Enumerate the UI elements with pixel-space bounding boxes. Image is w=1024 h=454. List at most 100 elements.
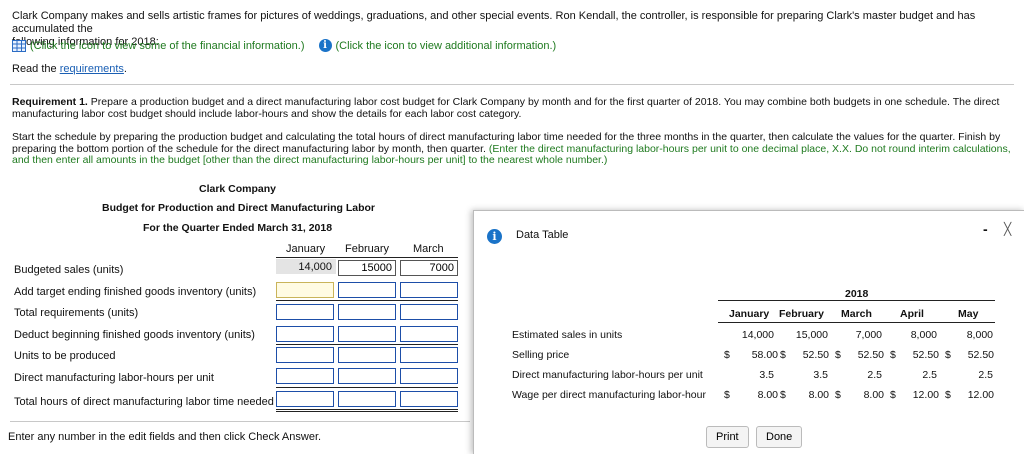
company-name: Clark Company bbox=[199, 183, 277, 195]
dt-cell: 2.5 bbox=[978, 369, 993, 381]
dt-cell: 52.50 bbox=[967, 349, 994, 361]
jan-units-produced-input[interactable] bbox=[276, 347, 334, 363]
data-table-dialog: i Data Table - ╳ 2018 January February M… bbox=[473, 210, 1024, 454]
financial-info-label[interactable]: (Click the icon to view some of the fina… bbox=[30, 40, 305, 52]
row-label-total-requirements: Total requirements (units) bbox=[14, 307, 139, 319]
dt-cell: 7,000 bbox=[855, 329, 882, 341]
feb-beginning-inventory-input[interactable] bbox=[338, 326, 396, 342]
dt-cell: 8.00 bbox=[863, 389, 884, 401]
mar-sales-input[interactable] bbox=[400, 260, 458, 276]
dt-cell: 58.00 bbox=[751, 349, 778, 361]
row-label-labor-hours-per-unit: Direct manufacturing labor-hours per uni… bbox=[14, 372, 214, 384]
dt-cell: 12.00 bbox=[912, 389, 939, 401]
dt-cell: 52.50 bbox=[912, 349, 939, 361]
requirements-link[interactable]: requirements bbox=[60, 63, 124, 75]
mar-beginning-inventory-input[interactable] bbox=[400, 326, 458, 342]
additional-info-label[interactable]: (Click the icon to view additional infor… bbox=[336, 40, 557, 52]
feb-total-hours-input[interactable] bbox=[338, 391, 396, 407]
header-underline bbox=[276, 257, 458, 258]
instructions-line-2a: preparing the bottom portion of the sche… bbox=[12, 142, 489, 155]
read-the-text: Read the bbox=[12, 63, 60, 75]
double-underline bbox=[276, 411, 458, 412]
mar-total-requirements-input[interactable] bbox=[400, 304, 458, 320]
dt-cell: 15,000 bbox=[795, 329, 828, 341]
dt-dollar: $ bbox=[945, 349, 951, 361]
dt-row-label: Wage per direct manufacturing labor-hour bbox=[512, 389, 706, 401]
minimize-icon[interactable]: - bbox=[983, 221, 988, 237]
requirement-text-a: Prepare a production budget and a direct… bbox=[87, 96, 1000, 108]
period-text: . bbox=[123, 63, 127, 75]
financial-info-link[interactable]: (Click the icon to view some of the fina… bbox=[12, 39, 556, 52]
column-february: February bbox=[345, 243, 390, 255]
feb-units-produced-input[interactable] bbox=[338, 347, 396, 363]
feb-sales-input[interactable] bbox=[338, 260, 396, 276]
row-label-total-labor-hours: Total hours of direct manufacturing labo… bbox=[14, 396, 274, 408]
dt-dollar: $ bbox=[724, 349, 730, 361]
dt-cell: 3.5 bbox=[759, 369, 774, 381]
subtotal-line bbox=[276, 387, 458, 388]
intro-line-1: Clark Company makes and sells artistic f… bbox=[12, 10, 976, 35]
dt-cell: 3.5 bbox=[813, 369, 828, 381]
month-header-jan: January bbox=[729, 308, 770, 320]
dt-cell: 12.00 bbox=[967, 389, 994, 401]
dt-dollar: $ bbox=[945, 389, 951, 401]
dt-cell: 14,000 bbox=[741, 329, 774, 341]
info-icon[interactable]: i bbox=[318, 39, 332, 52]
footer-divider bbox=[10, 421, 470, 422]
months-underline bbox=[718, 322, 995, 323]
month-header-feb: February bbox=[779, 308, 824, 320]
jan-target-ending-input[interactable] bbox=[276, 282, 334, 298]
row-label-units-produced: Units to be produced bbox=[14, 350, 116, 362]
mar-hours-per-unit-input[interactable] bbox=[400, 368, 458, 384]
jan-hours-per-unit-input[interactable] bbox=[276, 368, 334, 384]
budget-period: For the Quarter Ended March 31, 2018 bbox=[143, 222, 333, 234]
year-underline bbox=[718, 300, 995, 301]
dt-dollar: $ bbox=[890, 389, 896, 401]
dt-cell: 8.00 bbox=[808, 389, 829, 401]
instructions-text: Start the schedule by preparing the prod… bbox=[12, 131, 1016, 167]
jan-total-requirements-input[interactable] bbox=[276, 304, 334, 320]
table-icon[interactable] bbox=[12, 39, 26, 52]
row-label-target-ending-inventory: Add target ending finished goods invento… bbox=[14, 286, 257, 298]
mar-target-ending-input[interactable] bbox=[400, 282, 458, 298]
dt-cell: 8.00 bbox=[757, 389, 778, 401]
subtotal-line bbox=[276, 300, 458, 301]
dt-dollar: $ bbox=[724, 389, 730, 401]
subtotal-line bbox=[276, 344, 458, 345]
instructions-line-3: and then enter all amounts in the budget… bbox=[12, 154, 608, 166]
dialog-title: Data Table bbox=[516, 229, 569, 241]
feb-hours-per-unit-input[interactable] bbox=[338, 368, 396, 384]
month-header-may: May bbox=[958, 308, 979, 320]
close-icon[interactable]: ╳ bbox=[1004, 222, 1011, 236]
month-header-mar: March bbox=[841, 308, 872, 320]
info-icon: i bbox=[487, 229, 502, 244]
requirement-text: Requirement 1. Prepare a production budg… bbox=[12, 96, 1012, 120]
dt-row-label: Direct manufacturing labor-hours per uni… bbox=[512, 369, 703, 381]
footer-hint: Enter any number in the edit fields and … bbox=[8, 431, 322, 443]
jan-beginning-inventory-input[interactable] bbox=[276, 326, 334, 342]
dt-cell: 2.5 bbox=[922, 369, 937, 381]
jan-total-hours-input[interactable] bbox=[276, 391, 334, 407]
row-label-budgeted-sales: Budgeted sales (units) bbox=[14, 264, 124, 276]
dt-dollar: $ bbox=[890, 349, 896, 361]
column-march: March bbox=[413, 243, 444, 255]
feb-total-requirements-input[interactable] bbox=[338, 304, 396, 320]
done-button[interactable]: Done bbox=[756, 426, 803, 448]
dt-cell: 2.5 bbox=[867, 369, 882, 381]
jan-sales-value: 14,000 bbox=[298, 261, 332, 273]
dt-cell: 8,000 bbox=[910, 329, 937, 341]
requirement-text-b: manufacturing labor cost budget should i… bbox=[12, 108, 522, 120]
dt-dollar: $ bbox=[835, 389, 841, 401]
feb-target-ending-input[interactable] bbox=[338, 282, 396, 298]
print-button[interactable]: Print bbox=[706, 426, 749, 448]
dt-row-label: Selling price bbox=[512, 349, 570, 361]
mar-total-hours-input[interactable] bbox=[400, 391, 458, 407]
divider bbox=[10, 84, 1014, 85]
instructions-line-2b: (Enter the direct manufacturing labor-ho… bbox=[488, 142, 1011, 155]
dt-dollar: $ bbox=[780, 389, 786, 401]
dt-cell: 8,000 bbox=[966, 329, 993, 341]
requirement-label: Requirement 1. bbox=[12, 96, 88, 108]
year-header: 2018 bbox=[845, 288, 869, 300]
mar-units-produced-input[interactable] bbox=[400, 347, 458, 363]
dt-row-label: Estimated sales in units bbox=[512, 329, 623, 341]
